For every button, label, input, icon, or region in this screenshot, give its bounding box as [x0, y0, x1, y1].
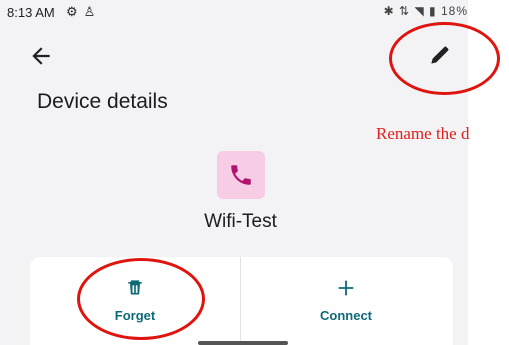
bluetooth-icon: ✱	[383, 4, 395, 18]
status-time: 8:13 AM	[7, 5, 55, 20]
forget-button[interactable]: Forget	[30, 257, 240, 345]
forget-label: Forget	[114, 308, 156, 323]
settings-icon: ⚙	[66, 4, 84, 19]
device-name: Wifi-Test	[204, 211, 277, 232]
android-screen: 8:13 AM ⚙♙ ✱ ⇅ ◥ ▮ 18% Device details Wi…	[0, 0, 468, 345]
arrow-back-icon	[32, 47, 50, 65]
status-bar: 8:13 AM ⚙♙ ✱ ⇅ ◥ ▮ 18%	[0, 0, 468, 26]
battery-percent: 18%	[440, 4, 468, 18]
data-icon: ⇅	[399, 4, 411, 18]
connect-button[interactable]: Connect	[241, 257, 451, 345]
connect-label: Connect	[320, 308, 372, 323]
back-button[interactable]	[28, 43, 54, 69]
status-icons-left: ⚙♙	[66, 4, 101, 20]
plus-icon	[241, 277, 451, 304]
pencil-icon	[431, 46, 449, 64]
trash-icon	[30, 277, 240, 302]
battery-icon: ▮	[429, 4, 437, 18]
annotation-text: Rename the d	[376, 124, 470, 143]
device-icon-tile	[217, 151, 265, 199]
gesture-bar	[198, 341, 288, 345]
rename-button[interactable]	[427, 42, 455, 70]
status-icons-right: ✱ ⇅ ◥ ▮ 18%	[384, 4, 468, 18]
person-icon: ♙	[83, 4, 102, 19]
wifi-icon: ◥	[414, 4, 425, 18]
page-title: Device details	[37, 90, 168, 113]
phone-icon	[231, 165, 251, 185]
